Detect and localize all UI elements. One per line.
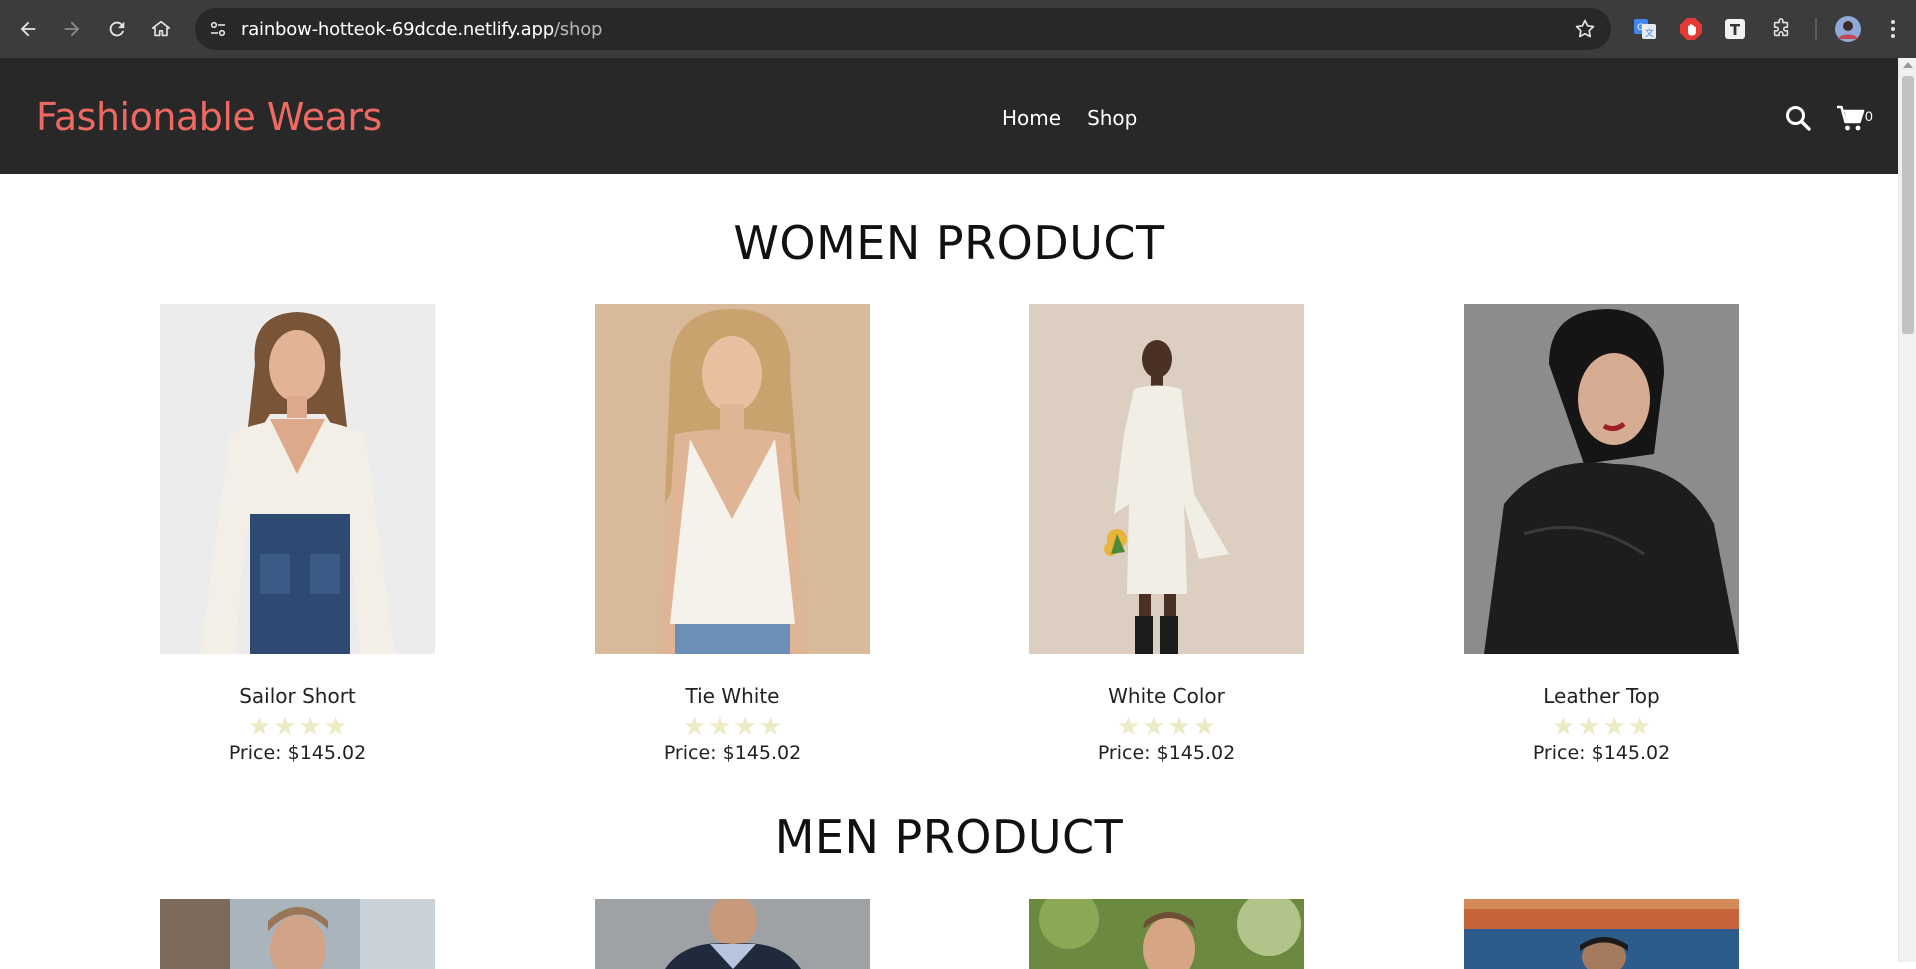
reload-icon (109, 21, 125, 37)
product-card[interactable]: Leather Top ★ ★ ★ ★ Price: $145.02 (1464, 304, 1739, 764)
star-icon: ★ (247, 711, 272, 741)
star-icon: ★ (1577, 711, 1601, 741)
star-icon: ★ (733, 711, 757, 741)
product-card[interactable]: Tie White ★ ★ ★ ★ Price: $145.02 (595, 304, 870, 764)
adblock-extension[interactable] (1676, 14, 1706, 44)
stop-hand-icon (1680, 18, 1702, 40)
nav-home-link[interactable]: Home (1002, 106, 1061, 130)
star-icon: ★ (1602, 711, 1626, 741)
text-t-icon (1725, 19, 1745, 39)
address-bar[interactable]: rainbow-hotteok-69dcde.netlify.app/shop (195, 8, 1611, 50)
product-price: Price: $145.02 (1532, 742, 1671, 764)
avatar-icon (1835, 16, 1861, 42)
star-icon: ★ (758, 711, 783, 741)
search-icon[interactable] (1784, 104, 1812, 132)
site-info-button[interactable] (203, 14, 233, 44)
product-image-men-2[interactable] (595, 899, 870, 969)
star-icon: ★ (1192, 711, 1217, 741)
product-name[interactable]: Sailor Short (160, 684, 435, 708)
product-image-men-3[interactable] (1029, 899, 1304, 969)
product-image-tie-white[interactable] (595, 304, 870, 654)
product-card[interactable]: Sailor Short ★ ★ ★ ★ Price: $145.02 (160, 304, 435, 764)
product-image-men-1[interactable] (160, 899, 435, 969)
site-header: Fashionable Wears Home Shop 0 (0, 58, 1898, 174)
product-price: Price: $145.02 (228, 742, 367, 764)
star-icon: ★ (1142, 711, 1166, 741)
home-icon (151, 20, 171, 37)
scroll-up-arrow-icon[interactable] (1903, 62, 1913, 68)
rating-stars: ★ ★ ★ ★ (1464, 711, 1739, 741)
bookmark-star-icon[interactable] (1573, 17, 1597, 41)
svg-text:文: 文 (1645, 27, 1654, 39)
cart-icon[interactable] (1836, 103, 1866, 133)
star-icon: ★ (682, 711, 707, 741)
translate-icon: G文 (1634, 19, 1656, 39)
back-button[interactable] (8, 9, 48, 49)
star-icon: ★ (1167, 711, 1191, 741)
women-section-title: WOMEN PRODUCT (733, 216, 1165, 270)
url-text: rainbow-hotteok-69dcde.netlify.app/shop (241, 19, 602, 40)
men-section-title: MEN PRODUCT (774, 810, 1124, 864)
more-vertical-icon (1891, 20, 1895, 38)
forward-button[interactable] (52, 9, 92, 49)
star-icon: ★ (298, 711, 322, 741)
brand-logo[interactable]: Fashionable Wears (36, 95, 382, 139)
rating-stars: ★ ★ ★ ★ (595, 711, 870, 741)
product-image-sailor-short[interactable] (160, 304, 435, 654)
product-name[interactable]: White Color (1029, 684, 1304, 708)
star-icon: ★ (1627, 711, 1652, 741)
star-icon: ★ (708, 711, 732, 741)
home-button[interactable] (141, 9, 181, 49)
browser-toolbar: rainbow-hotteok-69dcde.netlify.app/shop … (0, 0, 1916, 58)
url-host: rainbow-hotteok-69dcde.netlify.app (241, 19, 554, 40)
page-scrollbar[interactable] (1898, 58, 1916, 962)
product-image-leather-top[interactable] (1464, 304, 1739, 654)
product-name[interactable]: Leather Top (1464, 684, 1739, 708)
tune-icon (210, 21, 226, 37)
product-price: Price: $145.02 (1097, 742, 1236, 764)
star-icon: ★ (1116, 711, 1141, 741)
main-nav: Home Shop (1002, 106, 1137, 130)
text-extension[interactable] (1720, 14, 1750, 44)
product-card[interactable]: White Color ★ ★ ★ ★ Price: $145.02 (1029, 304, 1304, 764)
puzzle-icon (1773, 18, 1789, 37)
profile-avatar[interactable] (1833, 14, 1863, 44)
star-icon: ★ (273, 711, 297, 741)
product-price: Price: $145.02 (663, 742, 802, 764)
reload-button[interactable] (97, 9, 137, 49)
star-icon: ★ (323, 711, 348, 741)
rating-stars: ★ ★ ★ ★ (160, 711, 435, 741)
product-name[interactable]: Tie White (595, 684, 870, 708)
nav-shop-link[interactable]: Shop (1087, 106, 1137, 130)
product-image-men-4[interactable] (1464, 899, 1739, 969)
arrow-right-icon (64, 21, 80, 37)
url-path: /shop (553, 19, 603, 40)
browser-menu-button[interactable] (1878, 14, 1908, 44)
scrollbar-thumb[interactable] (1902, 76, 1914, 334)
google-translate-extension[interactable]: G文 (1630, 14, 1660, 44)
toolbar-divider (1815, 18, 1817, 40)
product-image-white-color[interactable] (1029, 304, 1304, 654)
arrow-left-icon (20, 21, 36, 37)
star-icon: ★ (1551, 711, 1576, 741)
rating-stars: ★ ★ ★ ★ (1029, 711, 1304, 741)
cart-count-badge: 0 (1865, 108, 1873, 124)
svg-text:G: G (1637, 23, 1644, 33)
extensions-button[interactable] (1766, 14, 1796, 44)
